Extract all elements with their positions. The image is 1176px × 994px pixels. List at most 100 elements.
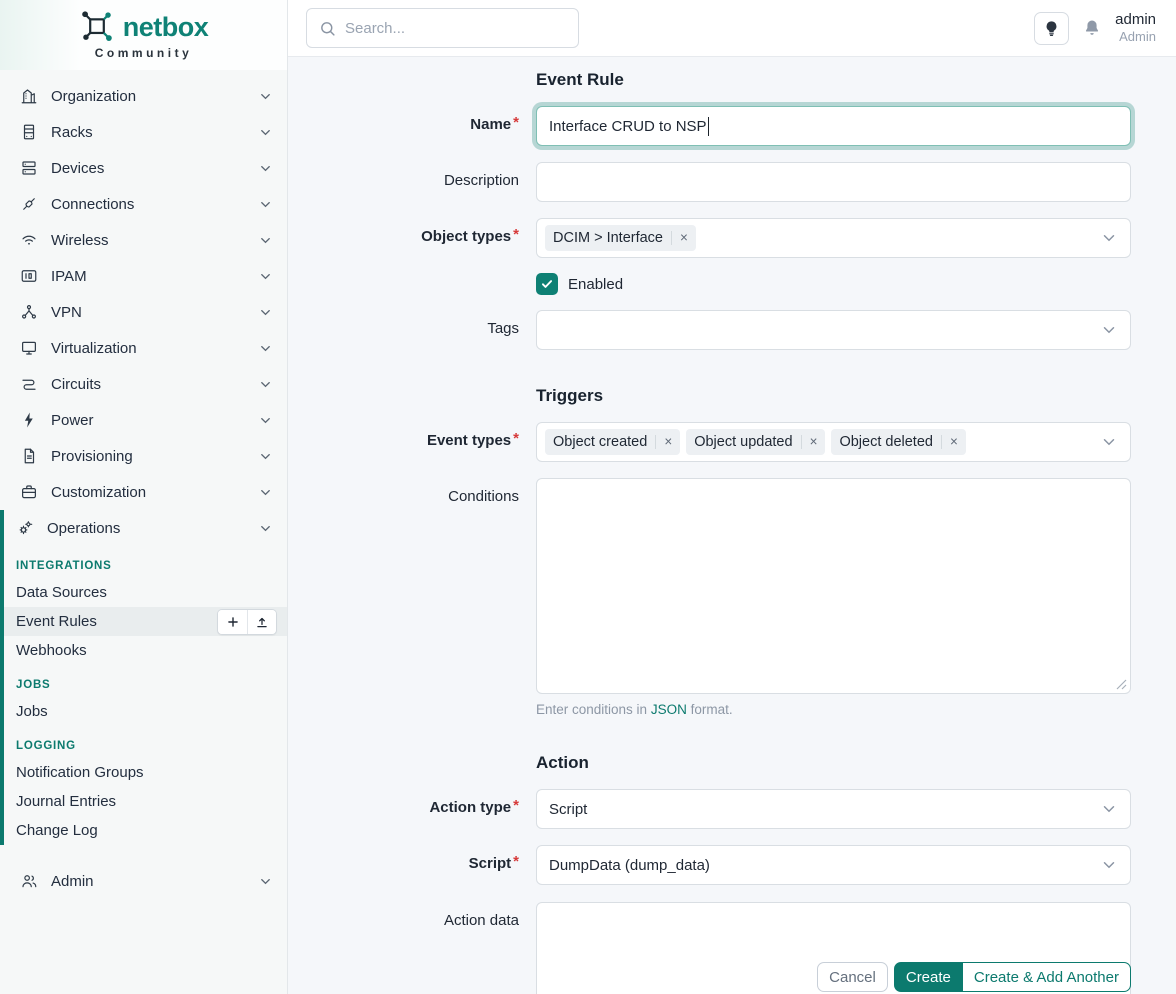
remove-token-icon[interactable]: × xyxy=(801,435,818,449)
sidebar-item-label: Circuits xyxy=(51,376,258,393)
sidebar-item-label: Operations xyxy=(47,520,258,537)
name-label: Name xyxy=(288,106,536,146)
sidebar: netbox Community Organization Racks Devi… xyxy=(0,0,288,994)
action-type-label: Action type xyxy=(288,789,536,829)
chevron-down-icon xyxy=(1100,321,1118,339)
help-suffix: format. xyxy=(691,702,733,717)
sidebar-item-journal-entries[interactable]: Journal Entries xyxy=(4,787,287,816)
script-select[interactable]: DumpData (dump_data) xyxy=(536,845,1131,885)
chevron-down-icon xyxy=(1100,433,1118,451)
conditions-textarea[interactable] xyxy=(536,478,1131,694)
topbar: admin Admin xyxy=(288,0,1176,57)
action-type-value: Script xyxy=(545,801,587,818)
search-icon xyxy=(319,20,336,37)
chevron-down-icon xyxy=(258,377,273,392)
remove-token-icon[interactable]: × xyxy=(671,231,688,245)
lightbulb-icon xyxy=(1043,20,1060,37)
sidebar-item-label: Journal Entries xyxy=(16,793,116,810)
resize-handle[interactable] xyxy=(1116,679,1127,690)
sidebar-item-label: Notification Groups xyxy=(16,764,144,781)
create-and-add-another-button[interactable]: Create & Add Another xyxy=(963,962,1131,992)
object-types-select[interactable]: DCIM > Interface × xyxy=(536,218,1131,258)
vpn-icon xyxy=(20,303,38,321)
notifications-button[interactable] xyxy=(1082,18,1102,38)
sidebar-item-change-log[interactable]: Change Log xyxy=(4,816,287,845)
sidebar-item-customization[interactable]: Customization xyxy=(0,474,287,510)
sidebar-item-wireless[interactable]: Wireless xyxy=(0,222,287,258)
remove-token-icon[interactable]: × xyxy=(941,435,958,449)
circuits-icon xyxy=(20,375,38,393)
sidebar-item-label: Jobs xyxy=(16,703,48,720)
provisioning-icon xyxy=(20,447,38,465)
customization-icon xyxy=(20,483,38,501)
sidebar-item-label: Customization xyxy=(51,484,258,501)
chevron-down-icon xyxy=(1100,856,1118,874)
sidebar-item-notification-groups[interactable]: Notification Groups xyxy=(4,758,287,787)
section-title-integrations: INTEGRATIONS xyxy=(4,560,287,572)
name-row: Name Interface CRUD to NSP xyxy=(288,106,1176,146)
sidebar-item-webhooks[interactable]: Webhooks xyxy=(4,636,287,665)
conditions-help-text: Enter conditions in JSON format. xyxy=(536,702,1131,717)
sidebar-item-data-sources[interactable]: Data Sources xyxy=(4,578,287,607)
sidebar-item-racks[interactable]: Racks xyxy=(0,114,287,150)
object-types-row: Object types DCIM > Interface× xyxy=(288,218,1176,258)
sidebar-item-ipam[interactable]: IPAM xyxy=(0,258,287,294)
sidebar-item-admin[interactable]: Admin xyxy=(0,863,287,899)
conditions-row: Conditions Enter conditions in JSON form… xyxy=(288,478,1176,717)
sidebar-item-label: Racks xyxy=(51,124,258,141)
event-types-select[interactable]: Object created× Object updated× Object d… xyxy=(536,422,1131,462)
add-event-rule-button[interactable] xyxy=(218,610,247,634)
name-input[interactable]: Interface CRUD to NSP xyxy=(536,106,1131,146)
sidebar-item-operations[interactable]: Operations xyxy=(4,510,287,546)
cancel-button[interactable]: Cancel xyxy=(817,962,888,992)
brand-name: netbox xyxy=(123,12,209,43)
sidebar-item-label: Admin xyxy=(51,873,258,890)
json-format-link[interactable]: JSON xyxy=(651,702,687,717)
sidebar-item-label: Virtualization xyxy=(51,340,258,357)
action-type-select[interactable]: Script xyxy=(536,789,1131,829)
token-label: Object created xyxy=(553,434,647,450)
tags-select[interactable] xyxy=(536,310,1131,350)
sidebar-item-devices[interactable]: Devices xyxy=(0,150,287,186)
brand-subtitle: Community xyxy=(0,46,287,60)
sidebar-item-virtualization[interactable]: Virtualization xyxy=(0,330,287,366)
theme-toggle-button[interactable] xyxy=(1034,12,1069,45)
sidebar-item-provisioning[interactable]: Provisioning xyxy=(0,438,287,474)
wireless-icon xyxy=(20,231,38,249)
description-label: Description xyxy=(288,162,536,202)
enabled-checkbox[interactable] xyxy=(536,273,558,295)
user-menu[interactable]: admin Admin xyxy=(1115,11,1156,45)
script-row: Script DumpData (dump_data) xyxy=(288,845,1176,885)
help-prefix: Enter conditions in xyxy=(536,702,647,717)
token: Object updated× xyxy=(686,429,825,455)
brand[interactable]: netbox Community xyxy=(0,0,287,70)
chevron-down-icon xyxy=(258,485,273,500)
chevron-down-icon xyxy=(1100,800,1118,818)
virtualization-icon xyxy=(20,339,38,357)
action-data-label: Action data xyxy=(288,902,536,994)
check-icon xyxy=(540,277,554,291)
search-input[interactable] xyxy=(345,20,566,37)
create-button-group: Create Create & Add Another xyxy=(894,962,1131,992)
sidebar-item-jobs[interactable]: Jobs xyxy=(4,697,287,726)
import-event-rules-button[interactable] xyxy=(247,610,276,634)
sidebar-item-vpn[interactable]: VPN xyxy=(0,294,287,330)
description-input[interactable] xyxy=(536,162,1131,202)
create-button[interactable]: Create xyxy=(894,962,963,992)
sidebar-item-connections[interactable]: Connections xyxy=(0,186,287,222)
chevron-down-icon xyxy=(258,125,273,140)
description-row: Description xyxy=(288,162,1176,202)
user-role: Admin xyxy=(1115,29,1156,45)
sidebar-item-label: Wireless xyxy=(51,232,258,249)
sidebar-item-power[interactable]: Power xyxy=(0,402,287,438)
sidebar-item-label: Connections xyxy=(51,196,258,213)
remove-token-icon[interactable]: × xyxy=(655,435,672,449)
sidebar-item-event-rules[interactable]: Event Rules xyxy=(4,607,287,636)
chevron-down-icon xyxy=(258,89,273,104)
sidebar-item-organization[interactable]: Organization xyxy=(0,78,287,114)
chevron-down-icon xyxy=(258,521,273,536)
sidebar-item-circuits[interactable]: Circuits xyxy=(0,366,287,402)
token-label: DCIM > Interface xyxy=(553,230,663,246)
chevron-down-icon xyxy=(258,233,273,248)
devices-icon xyxy=(20,159,38,177)
